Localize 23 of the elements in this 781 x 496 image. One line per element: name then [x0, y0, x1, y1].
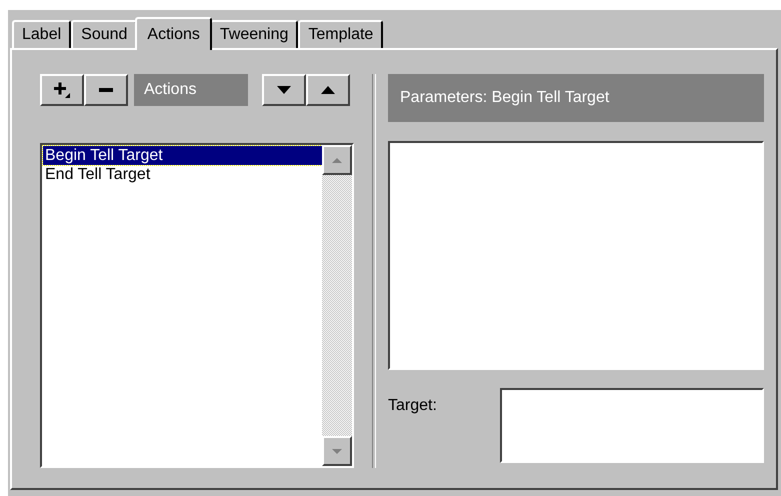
tab[interactable]: Tweening	[210, 20, 298, 48]
tab[interactable]: Sound	[71, 20, 138, 48]
tab[interactable]: Label	[12, 20, 72, 48]
plus-icon	[52, 80, 72, 100]
target-field[interactable]	[500, 388, 764, 463]
list-item[interactable]: Begin Tell Target	[43, 146, 322, 165]
minus-icon	[99, 88, 113, 92]
list-item[interactable]: End Tell Target	[43, 165, 322, 184]
scroll-down-icon	[332, 448, 342, 454]
up-triangle-icon	[321, 86, 335, 94]
down-triangle-icon	[277, 86, 291, 94]
parameters-header: Parameters: Begin Tell Target	[388, 74, 764, 122]
scrollbar[interactable]	[322, 145, 352, 466]
scroll-up-icon	[332, 158, 342, 162]
tab[interactable]: Actions	[135, 17, 212, 50]
move-down-button[interactable]	[262, 74, 306, 106]
actions-label: Actions	[134, 74, 248, 106]
tab[interactable]: Template	[298, 20, 384, 48]
add-button[interactable]	[40, 74, 84, 106]
actions-list[interactable]: Begin Tell Target End Tell Target	[40, 143, 354, 468]
move-up-button[interactable]	[306, 74, 350, 106]
remove-button[interactable]	[84, 74, 128, 106]
target-label: Target:	[388, 396, 438, 416]
